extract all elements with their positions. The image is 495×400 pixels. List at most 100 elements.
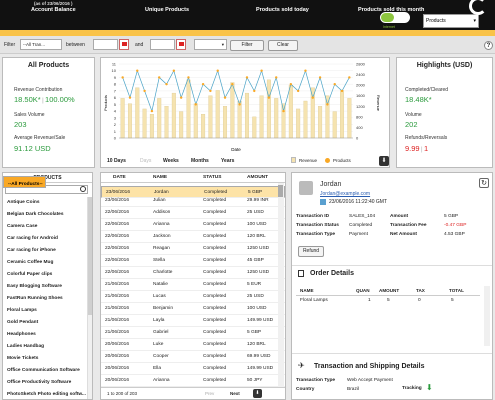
toggle-label: Internet: [383, 25, 395, 29]
col-amount[interactable]: AMOUNT: [247, 175, 268, 180]
table-cell: Jackson: [153, 234, 171, 239]
list-item[interactable]: Ceramic Coffee Mug: [3, 257, 92, 269]
table-row[interactable]: 21/06/2016 Natalie Completed 5 EUR: [101, 279, 285, 291]
list-item[interactable]: Ladies Handbag: [3, 341, 92, 353]
revenue-bar: [310, 87, 315, 139]
table-cell: Ella: [153, 366, 161, 371]
revenue-bar: [201, 114, 206, 139]
table-row[interactable]: 20/06/2016 Cooper Completed 69.99 USD: [101, 351, 285, 363]
table-row[interactable]: 20/06/2016 Arianna Completed 50 JPY: [101, 375, 285, 387]
download-icon[interactable]: ⬇: [379, 156, 389, 166]
products-point: [275, 76, 278, 79]
table-cell: Completed: [203, 378, 227, 383]
product-list-scrollbar[interactable]: [87, 197, 92, 399]
revenue-bar: [274, 98, 279, 139]
list-item[interactable]: Car racing for Android: [3, 233, 92, 245]
order-scrollbar[interactable]: [484, 286, 490, 346]
scrollbar-thumb[interactable]: [278, 185, 283, 197]
table-row[interactable]: 21/06/2016 Gabriel Completed 5 GBP: [101, 327, 285, 339]
internet-toggle[interactable]: [380, 12, 410, 23]
list-item[interactable]: Movie Tickets: [3, 353, 92, 365]
list-item[interactable]: Office Productivity Software: [3, 377, 92, 389]
tab-days[interactable]: Days: [140, 158, 151, 164]
between-label: between: [66, 42, 85, 48]
table-scrollbar[interactable]: [278, 183, 284, 387]
table-cell: Completed: [203, 318, 227, 323]
calendar-icon[interactable]: [119, 39, 129, 50]
table-cell: Arianna: [153, 222, 170, 227]
volume-value: 202: [405, 120, 418, 129]
table-row[interactable]: 20/06/2016 Ella Completed 149.99 USD: [101, 363, 285, 375]
scrollbar-thumb[interactable]: [88, 197, 92, 315]
tab-10-days[interactable]: 10 Days: [107, 158, 126, 164]
table-row[interactable]: 21/06/2016 Lucas Completed 25 USD: [101, 291, 285, 303]
table-cell: 20/06/2016: [105, 342, 130, 347]
col-date[interactable]: DATE: [113, 175, 126, 180]
clear-button[interactable]: Clear: [268, 40, 298, 51]
help-icon[interactable]: ?: [484, 41, 493, 50]
transaction-range-select[interactable]: --All Tran...: [20, 39, 62, 50]
table-row[interactable]: 22/06/2016 Stella Completed 45 GBP: [101, 255, 285, 267]
tab-months[interactable]: Months: [191, 158, 209, 164]
order-item-amount: 5: [387, 298, 390, 303]
table-row[interactable]: 22/06/2016 Charlotte Completed 1250 USD: [101, 267, 285, 279]
list-item[interactable]: Easy Blogging Software: [3, 281, 92, 293]
filter-button[interactable]: Filter: [230, 40, 264, 51]
table-row[interactable]: 21/06/2016 Layla Completed 149.99 USD: [101, 315, 285, 327]
list-item[interactable]: Antique Coins: [3, 197, 92, 209]
end-date-input[interactable]: [150, 39, 175, 50]
table-row[interactable]: 20/06/2016 Luke Completed 120 BRL: [101, 339, 285, 351]
table-row[interactable]: 22/06/2016 Addison Completed 25 USD: [101, 207, 285, 219]
col-status[interactable]: STATUS: [203, 175, 221, 180]
col-name[interactable]: NAME: [153, 175, 167, 180]
customer-email[interactable]: Jordan@example.com: [320, 191, 370, 197]
x-axis-label: Date: [231, 147, 241, 152]
table-cell: Completed: [203, 222, 227, 227]
table-row[interactable]: 21/06/2016 Benjamin Completed 100 USD: [101, 303, 285, 315]
next-button[interactable]: Next: [230, 391, 240, 396]
top-bar: (as of 23/06/2016 ) Account Balance Uniq…: [0, 0, 495, 30]
separator: |: [42, 98, 44, 104]
table-cell: Luke: [153, 342, 164, 347]
start-date-input[interactable]: [93, 39, 118, 50]
product-select[interactable]: Products ▾: [423, 14, 479, 28]
list-item[interactable]: Office Communication Software: [3, 365, 92, 377]
products-point: [348, 76, 351, 79]
table-row[interactable]: 22/06/2016 Reagan Completed 1250 USD: [101, 243, 285, 255]
legend-products-swatch: [325, 158, 330, 163]
refresh-icon[interactable]: ↻: [479, 178, 489, 188]
products-point: [121, 76, 124, 79]
amount-label: Amount: [390, 214, 409, 219]
table-row[interactable]: 23/06/2016 Julian Completed 29.99 INR: [101, 195, 285, 207]
product-list-panel: PRODUCTS --All Products-- Antique Coins Be…: [2, 172, 93, 400]
tracking-arrow-icon[interactable]: ⬇: [426, 383, 433, 392]
tracking-label: Tracking: [402, 386, 422, 391]
list-item[interactable]: Camera Case: [3, 221, 92, 233]
table-row[interactable]: 22/06/2016 Arianna Completed 100 USD: [101, 219, 285, 231]
list-item[interactable]: Headphones: [3, 329, 92, 341]
calendar-icon[interactable]: [176, 39, 186, 50]
download-icon[interactable]: ⬇: [253, 389, 262, 398]
list-item[interactable]: Floral Lamps: [3, 305, 92, 317]
table-footer: 1 to 200 of 203 Prev Next ⬇: [101, 387, 285, 399]
tab-weeks[interactable]: Weeks: [163, 158, 179, 164]
prev-button[interactable]: Prev: [205, 391, 214, 396]
y2-tick-label: 1200: [356, 104, 366, 109]
products-point: [282, 109, 285, 113]
avg-revenue-label: Average Revenue/Sale: [14, 135, 66, 141]
list-item[interactable]: Gold Pendant: [3, 317, 92, 329]
list-item[interactable]: Car racing for iPhone: [3, 245, 92, 257]
list-item[interactable]: --All Products--: [3, 176, 46, 188]
list-icon: [298, 270, 304, 277]
refund-button[interactable]: Refund: [298, 246, 324, 257]
tab-years[interactable]: Years: [221, 158, 234, 164]
list-item[interactable]: Belgian Dark Chocolates: [3, 209, 92, 221]
list-item[interactable]: Colorful Paper clips: [3, 269, 92, 281]
table-row[interactable]: 22/06/2016 Jackson Completed 120 BRL: [101, 231, 285, 243]
time-select[interactable]: ▾: [194, 39, 227, 50]
search-icon[interactable]: [80, 186, 86, 192]
list-item[interactable]: FastRun Running Shoes: [3, 293, 92, 305]
list-item[interactable]: PhotoSketch Photo editing softw...: [3, 389, 92, 399]
y-tick-label: 9: [114, 75, 117, 80]
table-cell: Arianna: [153, 378, 170, 383]
